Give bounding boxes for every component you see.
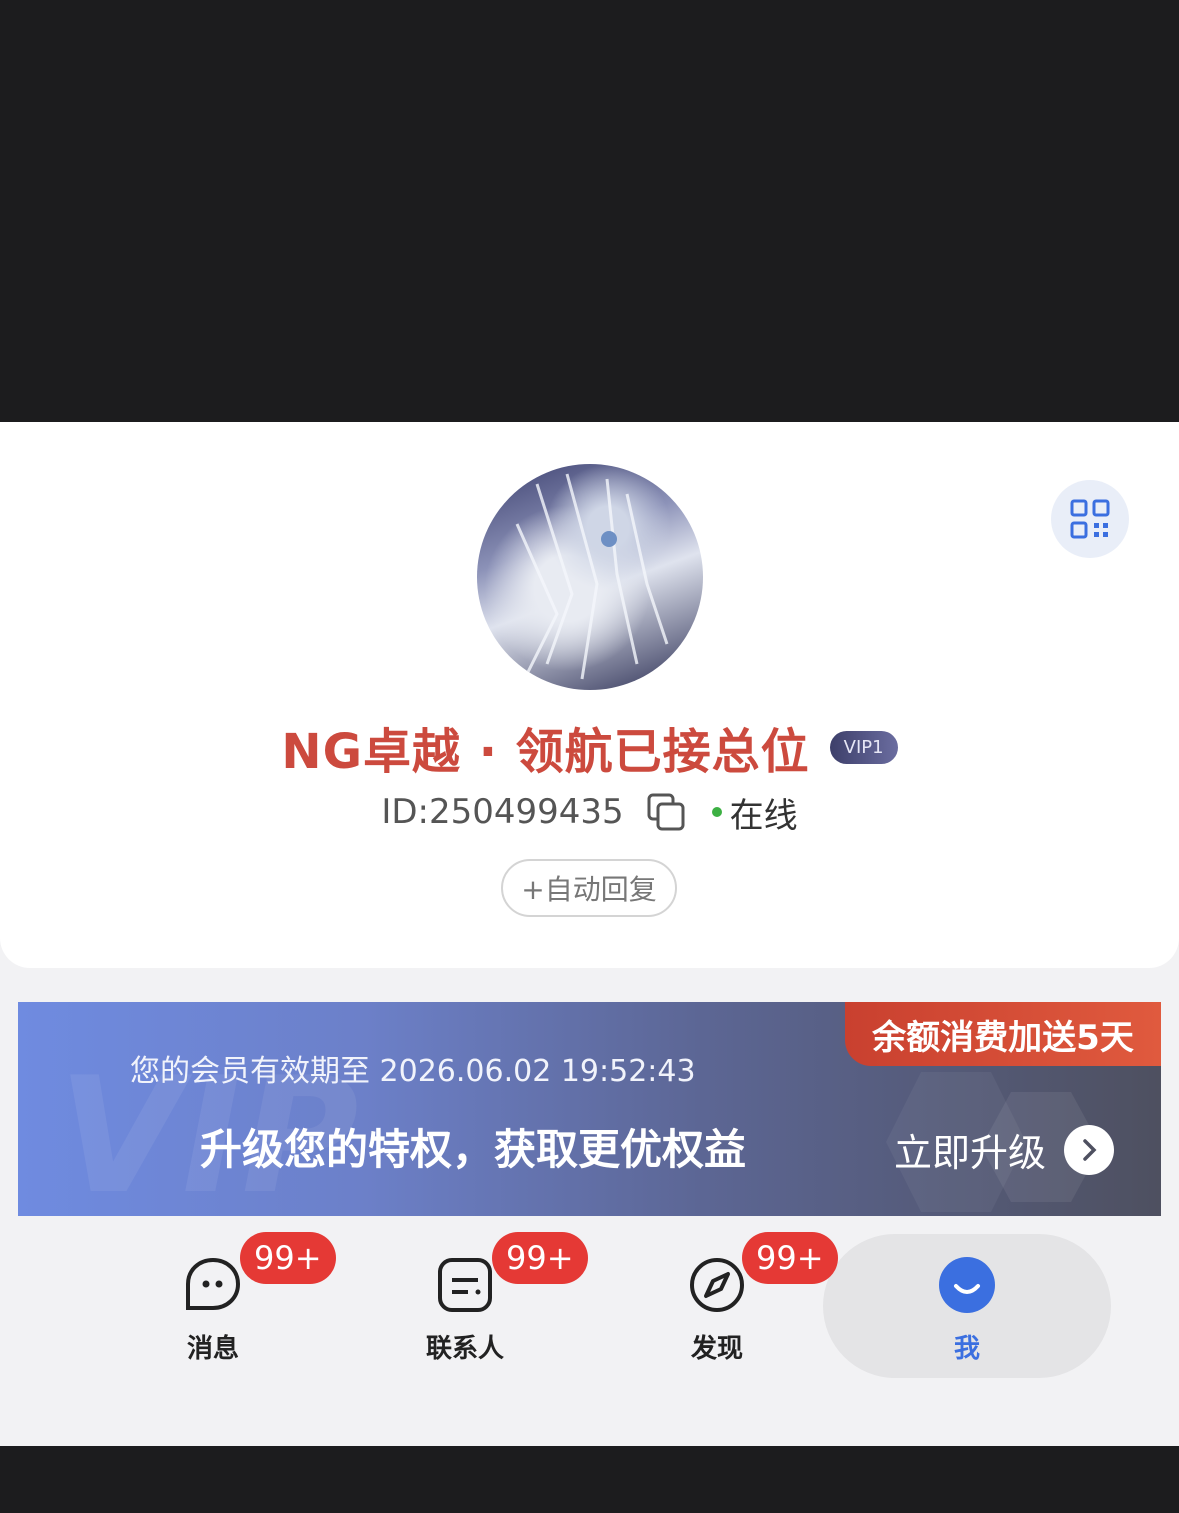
online-dot bbox=[711, 807, 722, 817]
user-id: ID:250499435 bbox=[381, 792, 624, 832]
compass-icon bbox=[690, 1258, 744, 1312]
qr-code-icon bbox=[1070, 499, 1110, 539]
bottom-dark-area bbox=[0, 1446, 1179, 1513]
status-label: 在线 bbox=[729, 795, 798, 836]
promo-tag[interactable]: 余额消费加送5天 bbox=[845, 1002, 1161, 1066]
top-dark-area bbox=[0, 0, 1179, 422]
unread-badge: 99+ bbox=[492, 1232, 588, 1284]
chevron-right-icon bbox=[1064, 1124, 1115, 1175]
unread-badge: 99+ bbox=[742, 1232, 838, 1284]
nickname[interactable]: NG卓越 · 领航已接总位 bbox=[281, 712, 809, 782]
auto-reply-button[interactable]: +自动回复 bbox=[501, 859, 677, 917]
tab-me-label: 我 bbox=[953, 1334, 980, 1364]
tab-contacts-label: 联系人 bbox=[425, 1334, 504, 1364]
copy-icon[interactable] bbox=[646, 792, 686, 832]
tab-contacts[interactable]: 联系人 99+ bbox=[339, 1228, 591, 1378]
name-row: NG卓越 · 领航已接总位 VIP1 bbox=[0, 712, 1179, 782]
upgrade-now-button[interactable]: 立即升级 bbox=[894, 1122, 1115, 1177]
tab-messages-label: 消息 bbox=[186, 1334, 239, 1364]
tab-discover[interactable]: 发现 99+ bbox=[591, 1228, 843, 1378]
chat-bubble-icon bbox=[186, 1257, 241, 1310]
tab-messages[interactable]: 消息 99+ bbox=[87, 1228, 339, 1378]
banner-slogan: 升级您的特权，获取更优权益 bbox=[200, 1125, 747, 1174]
membership-expiry: 您的会员有效期至 2026.06.02 19:52:43 bbox=[130, 1054, 696, 1089]
unread-badge: 99+ bbox=[240, 1232, 336, 1284]
bottom-tab-bar: 消息 99+ 联系人 99+ 发现 99+ 我 bbox=[0, 1228, 1179, 1446]
tab-discover-label: 发现 bbox=[690, 1334, 743, 1364]
upgrade-label: 立即升级 bbox=[894, 1131, 1047, 1175]
smile-icon bbox=[939, 1257, 995, 1313]
qr-code-button[interactable] bbox=[1051, 480, 1129, 558]
profile-card: NG卓越 · 领航已接总位 VIP1 ID:250499435 在线 +自动回复 bbox=[0, 422, 1179, 968]
online-status[interactable]: 在线 bbox=[711, 788, 798, 837]
me-page: NG卓越 · 领航已接总位 VIP1 ID:250499435 在线 +自动回复… bbox=[0, 422, 1179, 1446]
tab-me[interactable]: 我 bbox=[841, 1228, 1093, 1378]
avatar[interactable] bbox=[477, 464, 703, 690]
vip-upgrade-banner[interactable]: VIP 余额消费加送5天 您的会员有效期至 2026.06.02 19:52:4… bbox=[18, 1002, 1161, 1216]
vip-badge[interactable]: VIP1 bbox=[829, 730, 898, 764]
contacts-icon bbox=[438, 1258, 492, 1312]
id-row: ID:250499435 在线 bbox=[0, 787, 1179, 837]
